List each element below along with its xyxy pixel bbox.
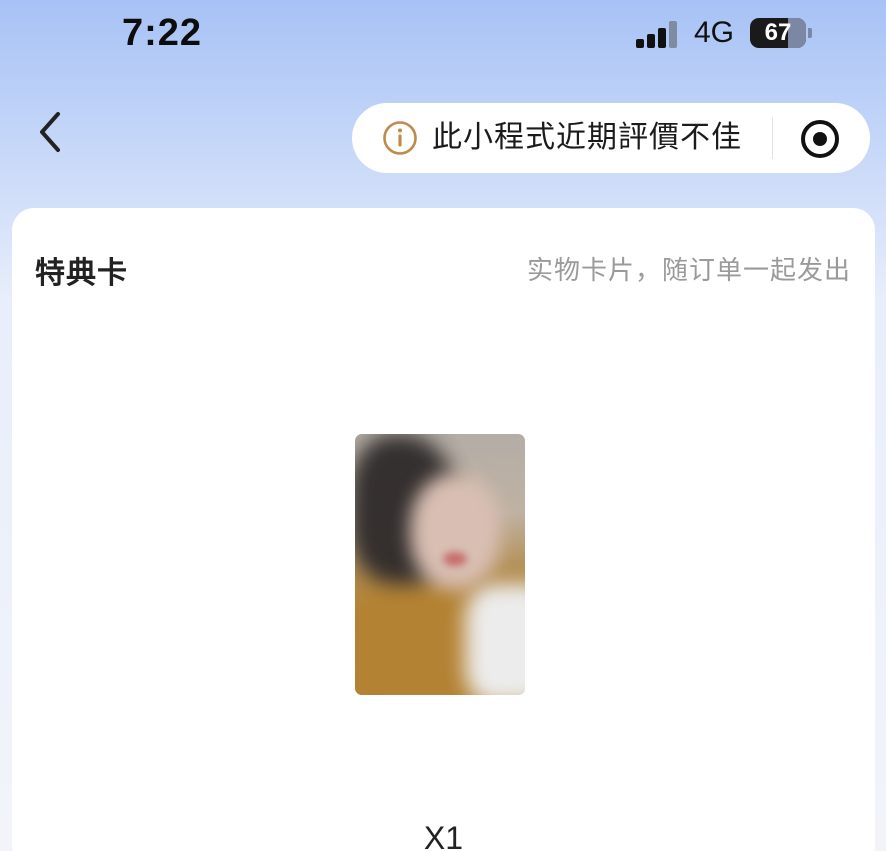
network-type: 4G [694, 16, 735, 49]
close-mini-program-button[interactable] [798, 117, 842, 161]
card-note: 实物卡片，随订单一起发出 [526, 255, 851, 285]
photo-card-image[interactable] [355, 434, 525, 695]
status-time: 7:22 [122, 12, 203, 54]
card-title: 特典卡 [35, 257, 128, 290]
rating-warning-text: 此小程式近期評價不佳 [432, 121, 742, 154]
mini-program-capsule: 此小程式近期評價不佳 [352, 103, 870, 173]
rating-warning-button[interactable]: 此小程式近期評價不佳 [380, 103, 800, 173]
battery-level: 67 [764, 19, 792, 46]
chevron-left-icon [40, 112, 60, 152]
signal-bars-icon [636, 18, 680, 48]
special-card-panel: 特典卡 实物卡片，随订单一起发出 X1 [12, 208, 875, 851]
card-quantity: X1 [423, 820, 464, 851]
target-circle-icon [801, 120, 839, 158]
capsule-divider [772, 117, 773, 159]
status-bar: 7:22 4G 67 [0, 0, 886, 70]
info-circle-icon [383, 121, 417, 155]
battery-icon: 67 [750, 18, 806, 48]
battery-nub [808, 28, 812, 38]
back-button[interactable] [30, 108, 74, 156]
